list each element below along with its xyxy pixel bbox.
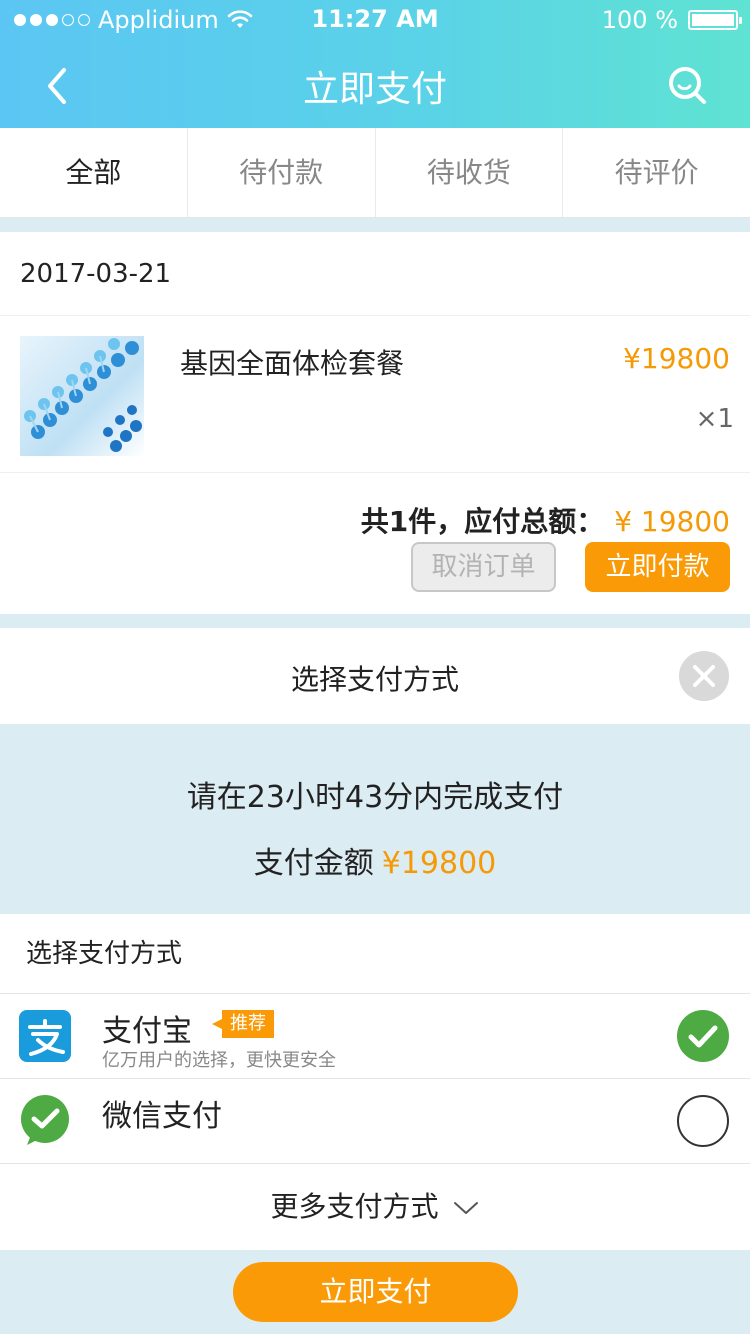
battery-icon: [688, 10, 742, 30]
order-tabs: 全部 待付款 待收货 待评价: [0, 128, 750, 218]
method-name: 微信支付: [102, 1099, 222, 1134]
search-icon: [669, 67, 706, 104]
summary-label: 共1件，应付总额：: [360, 505, 605, 538]
radio-selected[interactable]: [677, 1010, 729, 1062]
method-name: 支付宝: [102, 1014, 192, 1049]
summary-amount: ¥ 19800: [614, 505, 730, 538]
tab-pending-receipt[interactable]: 待收货: [376, 128, 564, 217]
app-header: Applidium 11:27 AM 100 % 立即支付: [0, 0, 750, 128]
battery-label: 100 %: [601, 6, 678, 34]
battery-status: 100 %: [601, 6, 742, 34]
order-summary: 共1件，应付总额： ¥ 19800: [361, 500, 730, 540]
chevron-down-icon: [454, 1202, 479, 1214]
radio-unselected[interactable]: [677, 1095, 729, 1147]
product-quantity: ×1: [695, 404, 734, 434]
amount-value: ¥19800: [381, 846, 497, 881]
close-button[interactable]: [679, 651, 729, 701]
method-description: 亿万用户的选择，更快更安全: [102, 1050, 336, 1071]
tab-all[interactable]: 全部: [0, 128, 188, 217]
methods-label: 选择支付方式: [0, 914, 750, 994]
pay-now-button[interactable]: 立即付款: [585, 542, 730, 592]
more-methods-button[interactable]: 更多支付方式: [0, 1164, 750, 1249]
more-methods-label: 更多支付方式: [270, 1190, 439, 1223]
dna-image: [24, 338, 142, 452]
product-name: 基因全面体检套餐: [180, 347, 405, 380]
status-bar: Applidium 11:27 AM 100 %: [0, 0, 750, 40]
bottom-bar: 立即支付: [0, 1250, 750, 1334]
order-item[interactable]: 基因全面体检套餐 ¥19800 ×1: [0, 316, 750, 473]
countdown-text: 请在23小时43分内完成支付: [186, 780, 564, 815]
payment-amount-row: 支付金额 ¥19800: [0, 838, 750, 882]
recommend-badge: 推荐: [212, 1010, 274, 1038]
payment-sheet-header: 选择支付方式: [0, 628, 750, 724]
product-thumbnail: [20, 336, 144, 456]
payment-countdown: 请在23小时43分内完成支付 支付金额 ¥19800: [0, 724, 750, 914]
tab-pending-review[interactable]: 待评价: [563, 128, 750, 217]
cancel-order-button[interactable]: 取消订单: [411, 542, 556, 592]
order-card: 2017-03-21 基因全面体检套餐 ¥19800 ×1 共1件，应付总额： …: [0, 232, 750, 614]
payment-methods: 选择支付方式 支付宝 推荐 亿万用户的选择，更快更安全 微信支付 更多支付方式: [0, 914, 750, 1250]
payment-sheet-title: 选择支付方式: [290, 663, 459, 696]
check-icon: [688, 1025, 718, 1048]
method-wechat[interactable]: 微信支付: [0, 1079, 750, 1164]
alipay-icon: [19, 1010, 71, 1062]
wechat-pay-icon: [19, 1095, 71, 1147]
close-icon: [693, 665, 715, 687]
tab-pending-payment[interactable]: 待付款: [188, 128, 376, 217]
method-alipay[interactable]: 支付宝 推荐 亿万用户的选择，更快更安全: [0, 994, 750, 1079]
amount-label: 支付金额: [253, 846, 374, 881]
order-date: 2017-03-21: [0, 232, 750, 316]
page-title: 立即支付: [302, 69, 447, 110]
search-button[interactable]: [666, 64, 710, 108]
product-price: ¥19800: [623, 342, 730, 375]
confirm-pay-button[interactable]: 立即支付: [233, 1262, 518, 1322]
